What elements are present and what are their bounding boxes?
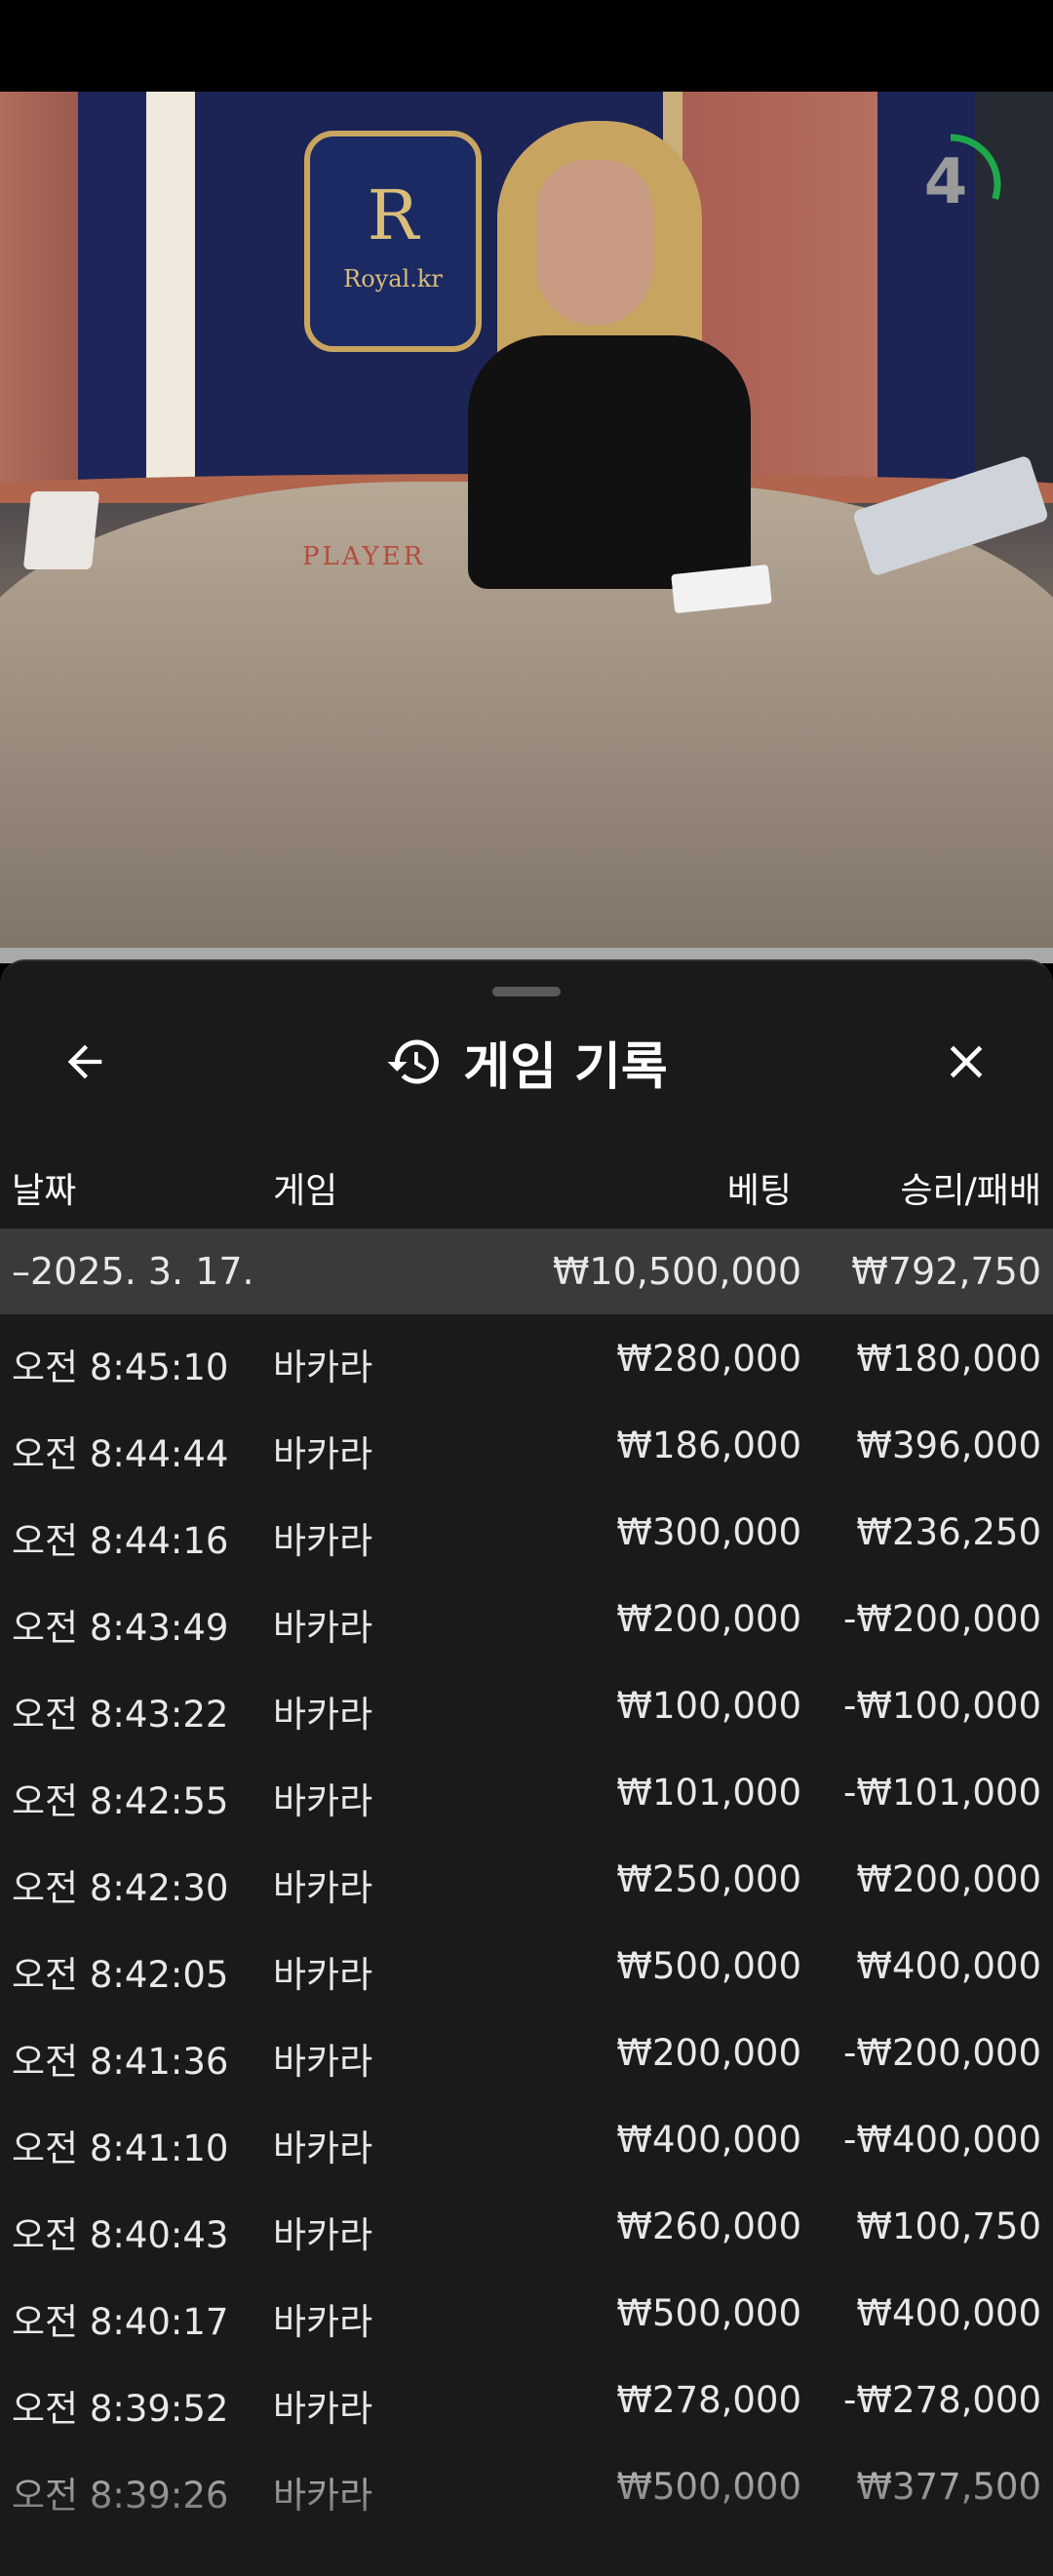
row-game: 바카라	[273, 1867, 373, 1909]
row-bet: ₩101,000	[616, 1772, 801, 1814]
row-bet: ₩186,000	[616, 1425, 801, 1466]
table-row[interactable]: 오전 8:43:49 바카라 ₩200,000 -₩200,000	[0, 1575, 1053, 1661]
row-time: 오전 8:42:30	[12, 1867, 229, 1909]
row-time: 오전 8:39:26	[12, 2475, 229, 2517]
table-row[interactable]: 오전 8:39:52 바카라 ₩278,000 -₩278,000	[0, 2356, 1053, 2442]
row-time: 오전 8:45:10	[12, 1347, 229, 1388]
table-row[interactable]: 오전 8:40:43 바카라 ₩260,000 ₩100,750	[0, 2182, 1053, 2269]
royal-logo: R Royal.kr	[304, 131, 482, 352]
row-game: 바카라	[273, 1694, 373, 1736]
row-result: -₩101,000	[843, 1772, 1041, 1814]
column-game: 게임	[273, 1171, 338, 1211]
column-date: 날짜	[12, 1171, 77, 1211]
row-result: ₩396,000	[856, 1425, 1041, 1466]
table-row[interactable]: 오전 8:42:55 바카라 ₩101,000 -₩101,000	[0, 1748, 1053, 1835]
row-result: ₩400,000	[856, 2292, 1041, 2334]
sheet-drag-handle[interactable]	[492, 987, 561, 996]
summary-result: ₩792,750	[851, 1250, 1041, 1293]
table-player-label: PLAYER	[302, 542, 426, 571]
row-bet: ₩200,000	[616, 2032, 801, 2074]
row-time: 오전 8:42:05	[12, 1954, 229, 1996]
history-table: –2025. 3. 17. ₩10,500,000 ₩792,750 오전 8:…	[0, 1229, 1053, 2529]
row-bet: ₩500,000	[616, 2292, 801, 2334]
row-game: 바카라	[273, 1347, 373, 1388]
row-time: 오전 8:40:43	[12, 2214, 229, 2256]
row-result: -₩200,000	[843, 1598, 1041, 1640]
row-time: 오전 8:41:36	[12, 2041, 229, 2083]
live-video-feed: R Royal.kr PLAYER 4	[0, 92, 1053, 948]
column-bet: 베팅	[726, 1171, 792, 1211]
table-row[interactable]: 오전 8:45:10 바카라 ₩280,000 ₩180,000	[0, 1314, 1053, 1401]
row-bet: ₩200,000	[616, 1598, 801, 1640]
table-row[interactable]: 오전 8:43:22 바카라 ₩100,000 -₩100,000	[0, 1661, 1053, 1748]
back-button[interactable]	[49, 1026, 121, 1098]
close-button[interactable]	[930, 1026, 1002, 1098]
table-row[interactable]: 오전 8:40:17 바카라 ₩500,000 ₩400,000	[0, 2269, 1053, 2356]
row-result: ₩236,250	[856, 1511, 1041, 1553]
countdown-value: 4	[923, 146, 968, 218]
table-row[interactable]: 오전 8:42:05 바카라 ₩500,000 ₩400,000	[0, 1922, 1053, 2009]
row-result: -₩278,000	[843, 2379, 1041, 2421]
logo-letter: R	[367, 176, 419, 255]
game-history-sheet: 게임 기록 날짜 게임 베팅 승리/패배 –2025. 3. 17. ₩10,5…	[0, 959, 1053, 2576]
dealer	[458, 121, 751, 628]
row-game: 바카라	[273, 2041, 373, 2083]
row-result: ₩180,000	[856, 1338, 1041, 1380]
row-bet: ₩500,000	[616, 2466, 801, 2508]
row-result: ₩377,500	[856, 2466, 1041, 2508]
table-row[interactable]: 오전 8:39:26 바카라 ₩500,000 ₩377,500	[0, 2442, 1053, 2529]
row-time: 오전 8:43:49	[12, 1607, 229, 1649]
row-time: 오전 8:42:55	[12, 1780, 229, 1822]
summary-bet: ₩10,500,000	[552, 1250, 801, 1293]
table-row[interactable]: 오전 8:44:44 바카라 ₩186,000 ₩396,000	[0, 1401, 1053, 1488]
close-icon	[950, 1045, 983, 1078]
row-time: 오전 8:44:16	[12, 1520, 229, 1562]
logo-text: Royal.kr	[343, 265, 443, 293]
row-game: 바카라	[273, 2214, 373, 2256]
date-summary-row[interactable]: –2025. 3. 17. ₩10,500,000 ₩792,750	[0, 1229, 1053, 1314]
row-result: -₩400,000	[843, 2119, 1041, 2161]
summary-date: –2025. 3. 17.	[12, 1250, 254, 1293]
row-game: 바카라	[273, 2301, 373, 2343]
table-row[interactable]: 오전 8:44:16 바카라 ₩300,000 ₩236,250	[0, 1488, 1053, 1575]
table-row[interactable]: 오전 8:42:30 바카라 ₩250,000 ₩200,000	[0, 1835, 1053, 1922]
row-time: 오전 8:41:10	[12, 2127, 229, 2169]
row-result: ₩100,750	[856, 2205, 1041, 2247]
page-title: 게임 기록	[463, 1037, 668, 1097]
row-game: 바카라	[273, 1954, 373, 1996]
row-game: 바카라	[273, 1433, 373, 1475]
row-time: 오전 8:44:44	[12, 1433, 229, 1475]
row-bet: ₩400,000	[616, 2119, 801, 2161]
row-game: 바카라	[273, 2388, 373, 2430]
table-header: 날짜 게임 베팅 승리/패배	[0, 1149, 1053, 1217]
row-result: -₩200,000	[843, 2032, 1041, 2074]
column-result: 승리/패배	[900, 1171, 1041, 1211]
row-game: 바카라	[273, 1607, 373, 1649]
round-countdown: 4	[897, 131, 1004, 238]
row-result: ₩400,000	[856, 1945, 1041, 1987]
table-row[interactable]: 오전 8:41:10 바카라 ₩400,000 -₩400,000	[0, 2095, 1053, 2182]
row-bet: ₩280,000	[616, 1338, 801, 1380]
row-game: 바카라	[273, 1780, 373, 1822]
arrow-left-icon	[67, 1044, 102, 1079]
row-bet: ₩300,000	[616, 1511, 801, 1553]
row-bet: ₩500,000	[616, 1945, 801, 1987]
row-game: 바카라	[273, 2475, 373, 2517]
row-game: 바카라	[273, 1520, 373, 1562]
row-bet: ₩278,000	[616, 2379, 801, 2421]
row-time: 오전 8:39:52	[12, 2388, 229, 2430]
row-bet: ₩250,000	[616, 1858, 801, 1900]
row-time: 오전 8:40:17	[12, 2301, 229, 2343]
row-bet: ₩260,000	[616, 2205, 801, 2247]
row-bet: ₩100,000	[616, 1685, 801, 1727]
table-row[interactable]: 오전 8:41:36 바카라 ₩200,000 -₩200,000	[0, 2009, 1053, 2095]
row-game: 바카라	[273, 2127, 373, 2169]
row-result: ₩200,000	[856, 1858, 1041, 1900]
status-bar	[0, 0, 1053, 92]
history-icon	[387, 1039, 440, 1084]
row-time: 오전 8:43:22	[12, 1694, 229, 1736]
sheet-header: 게임 기록	[0, 1008, 1053, 1115]
row-result: -₩100,000	[843, 1685, 1041, 1727]
card-deck	[22, 491, 100, 569]
